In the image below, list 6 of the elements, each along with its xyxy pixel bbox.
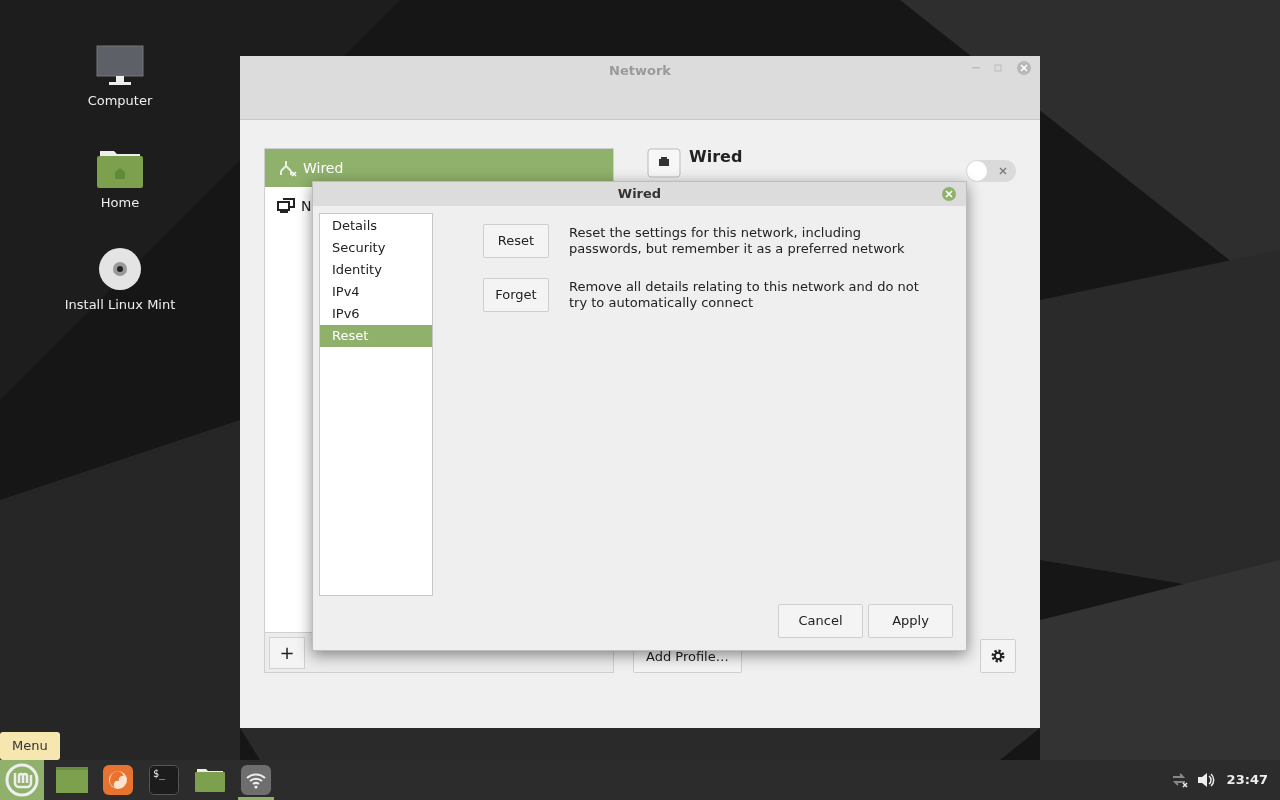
dialog-title: Wired [617, 185, 662, 204]
action-description: Reset the settings for this network, including passwords, but remember it as a preferred network [569, 224, 906, 257]
device-title: Wired [689, 146, 743, 168]
action-description: Remove all details relating to this network and do not try to automatically connect [569, 278, 919, 311]
tooltip: Menu [0, 732, 60, 760]
window-title: Network [609, 62, 671, 80]
